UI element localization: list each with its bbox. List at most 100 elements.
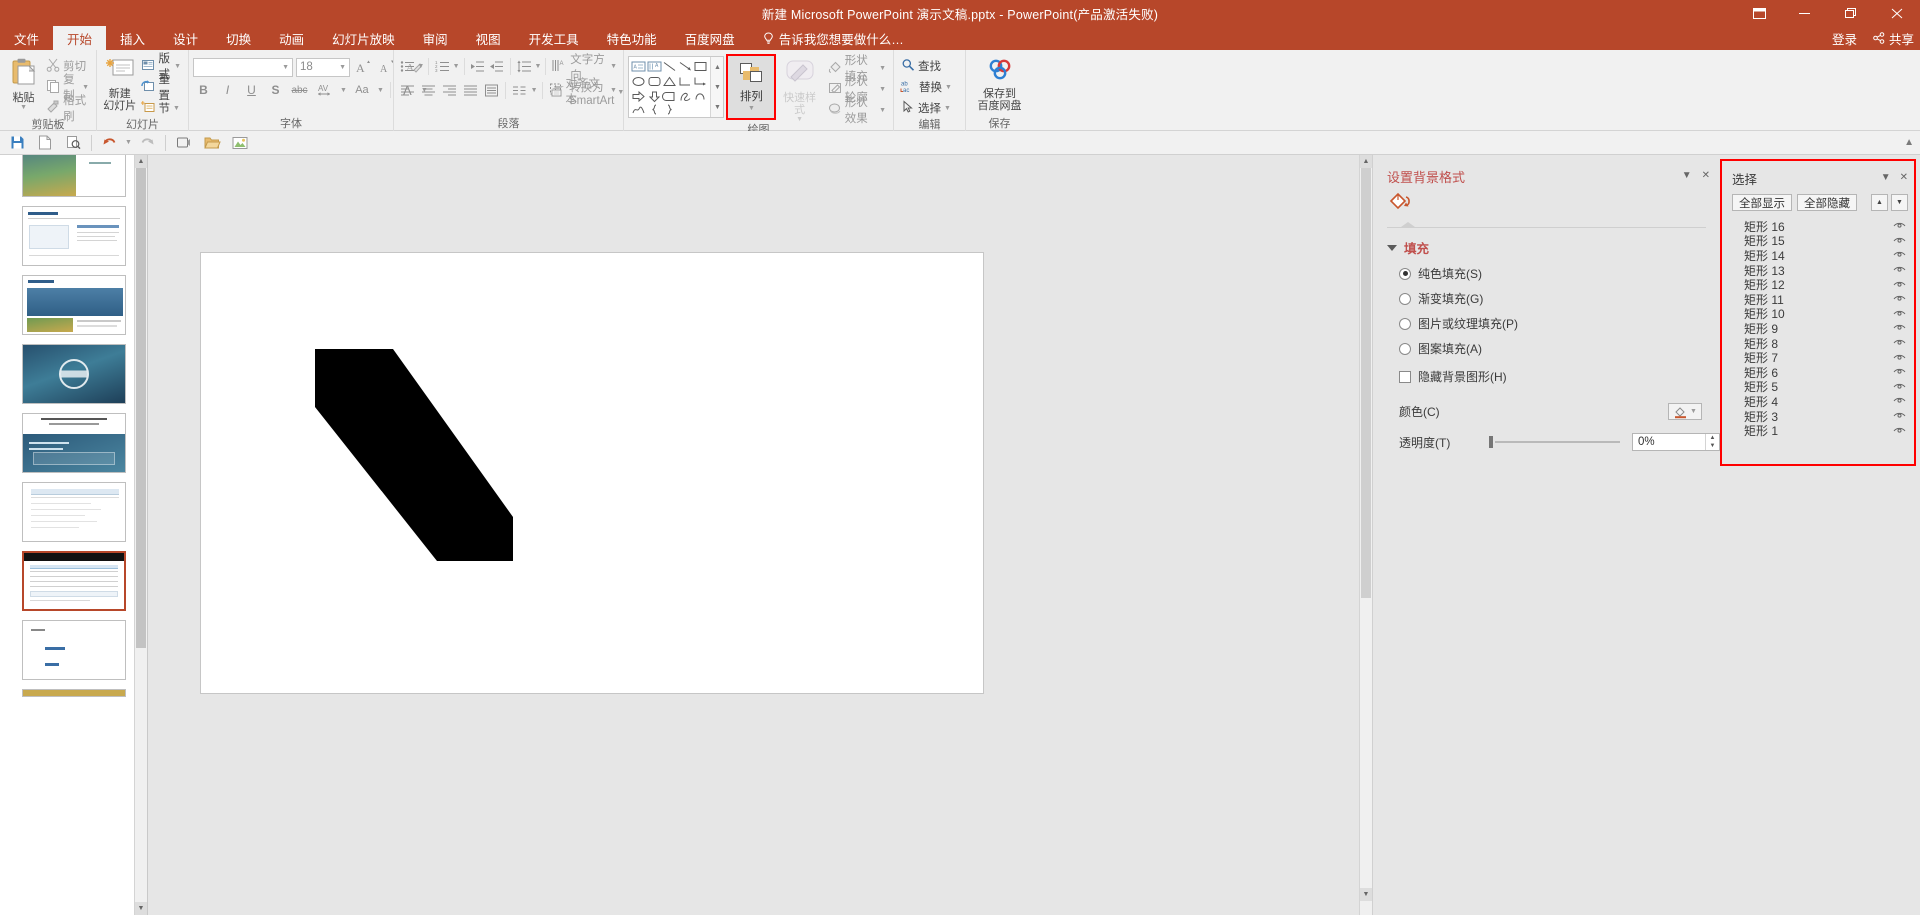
arrange-button[interactable]: 排列 ▼	[728, 56, 775, 118]
new-slide-button[interactable]: 新建 幻灯片	[101, 54, 138, 112]
copy-dropdown-caret[interactable]: ▼	[82, 84, 89, 91]
slide-scroll-thumb[interactable]	[1361, 168, 1371, 598]
list-item[interactable]: 矩形 6	[1722, 365, 1914, 380]
visibility-eye-icon[interactable]	[1893, 321, 1906, 335]
replace-caret[interactable]: ▼	[945, 84, 952, 91]
selection-pane-close-icon[interactable]: ✕	[1900, 172, 1908, 183]
list-item[interactable]: 矩形 12	[1722, 277, 1914, 292]
tab-home[interactable]: 开始	[53, 26, 107, 50]
selection-pane-menu-icon[interactable]: ▼	[1881, 172, 1891, 183]
visibility-eye-icon[interactable]	[1893, 351, 1906, 365]
list-item[interactable]: 矩形 7	[1722, 350, 1914, 365]
transparency-spin-up-icon[interactable]: ▲	[1706, 434, 1719, 442]
paste-dropdown-caret[interactable]: ▼	[20, 104, 27, 111]
text-direction-caret[interactable]: ▼	[610, 63, 617, 70]
undo-icon[interactable]	[97, 132, 123, 154]
shape-right-arrow-icon[interactable]	[631, 89, 646, 104]
radio-picture-texture-fill[interactable]	[1399, 317, 1411, 330]
visibility-eye-icon[interactable]	[1893, 394, 1906, 408]
replace-button[interactable]: ab ac 替换 ▼	[898, 77, 955, 97]
checkbox-hide-background-graphics[interactable]	[1399, 370, 1411, 383]
find-button[interactable]: 查找	[898, 56, 955, 76]
list-item[interactable]	[21, 275, 126, 335]
increase-font-size-button[interactable]: A	[353, 57, 374, 77]
undo-caret[interactable]: ▼	[125, 139, 132, 146]
visibility-eye-icon[interactable]	[1893, 292, 1906, 306]
strikethrough-button[interactable]: abc	[289, 80, 310, 100]
shape-left-brace-icon[interactable]	[646, 104, 661, 115]
list-item[interactable]: 矩形 16	[1722, 219, 1914, 234]
reset-button[interactable]: 重置	[138, 74, 184, 102]
tell-me-box[interactable]: 告诉我您想要做什么…	[749, 26, 904, 50]
bullets-caret[interactable]: ▼	[417, 63, 424, 70]
thumbs-scroll-up-icon[interactable]: ▲	[135, 155, 147, 168]
visibility-eye-icon[interactable]	[1893, 424, 1906, 438]
tab-insert[interactable]: 插入	[106, 26, 159, 50]
thumbs-scroll-down-icon[interactable]: ▼	[135, 902, 147, 915]
hide-all-button[interactable]: 全部隐藏	[1797, 194, 1857, 211]
visibility-eye-icon[interactable]	[1893, 263, 1906, 277]
visibility-eye-icon[interactable]	[1893, 336, 1906, 350]
bold-button[interactable]: B	[193, 80, 214, 100]
columns-button[interactable]	[481, 81, 501, 101]
option-picture-texture-fill[interactable]: 图片或纹理填充(P)	[1399, 315, 1720, 332]
bullets-button[interactable]	[398, 57, 416, 77]
shape-vertical-textbox-icon[interactable]: A	[646, 59, 662, 74]
thumbnails-scrollbar[interactable]: ▲ ▼	[134, 155, 147, 915]
shapes-scroll-up-icon[interactable]: ▲	[711, 57, 723, 77]
collapse-triangle-icon[interactable]	[1387, 244, 1397, 251]
underline-button[interactable]: U	[241, 80, 262, 100]
slide-scroll-up-icon[interactable]: ▲	[1360, 155, 1372, 168]
transparency-spinner[interactable]: 0% ▲ ▼	[1632, 433, 1720, 451]
list-item[interactable]: 矩形 8	[1722, 336, 1914, 351]
shape-right-brace-icon[interactable]	[662, 104, 677, 115]
list-item[interactable]: 矩形 13	[1722, 263, 1914, 278]
shape-arc-icon[interactable]	[631, 104, 646, 115]
increase-indent-button[interactable]	[488, 57, 506, 77]
format-pane-close-icon[interactable]: ✕	[1702, 170, 1710, 181]
list-item[interactable]: 矩形 5	[1722, 380, 1914, 394]
list-item[interactable]: 矩形 10	[1722, 307, 1914, 321]
shapes-more-icon[interactable]: ▼	[711, 97, 723, 117]
shape-elbow-connector-icon[interactable]	[677, 74, 692, 89]
shape-line-icon[interactable]	[662, 59, 677, 74]
tab-animations[interactable]: 动画	[265, 26, 318, 50]
slide-scroll-down-icon[interactable]: ▼	[1360, 888, 1372, 901]
option-gradient-fill[interactable]: 渐变填充(G)	[1399, 290, 1720, 307]
radio-gradient-fill[interactable]	[1399, 292, 1411, 305]
list-item[interactable]: 矩形 9	[1722, 321, 1914, 336]
close-icon[interactable]	[1874, 0, 1920, 26]
shape-scribble-icon[interactable]	[677, 89, 692, 104]
shapes-scroll-down-icon[interactable]: ▼	[711, 77, 723, 97]
align-right-button[interactable]	[440, 81, 460, 101]
italic-button[interactable]: I	[217, 80, 238, 100]
text-columns-button[interactable]	[510, 81, 530, 101]
bring-forward-icon[interactable]: ▲	[1871, 194, 1888, 211]
fill-section-header[interactable]: 填充	[1387, 238, 1720, 257]
transparency-slider-handle[interactable]	[1489, 436, 1493, 448]
save-icon[interactable]	[4, 132, 30, 154]
share-button[interactable]: 共享	[1873, 29, 1914, 48]
section-button[interactable]: 节 ▼	[138, 98, 184, 118]
list-item[interactable]: 矩形 3	[1722, 409, 1914, 424]
convert-smartart-button[interactable]: 转换为 SmartArt ▼	[549, 82, 626, 107]
font-size-combo[interactable]: 18 ▼	[296, 57, 350, 77]
shape-rectangle-icon[interactable]	[693, 59, 708, 74]
fill-bucket-icon[interactable]	[1387, 190, 1720, 217]
decrease-indent-button[interactable]	[468, 57, 486, 77]
tab-file[interactable]: 文件	[0, 26, 53, 50]
color-picker-button[interactable]: ▼	[1668, 403, 1702, 420]
format-painter-button[interactable]: 格式刷	[43, 95, 92, 123]
record-icon[interactable]	[171, 132, 197, 154]
text-columns-caret[interactable]: ▼	[531, 87, 538, 94]
save-to-baidu-button[interactable]: 保存到 百度网盘	[970, 54, 1029, 112]
section-dropdown-caret[interactable]: ▼	[173, 105, 180, 112]
slide-canvas[interactable]	[200, 252, 984, 694]
tab-baidu-netdisk[interactable]: 百度网盘	[671, 26, 749, 50]
shape-down-arrow-icon[interactable]	[646, 89, 661, 104]
layout-dropdown-caret[interactable]: ▼	[174, 63, 181, 70]
visibility-eye-icon[interactable]	[1893, 234, 1906, 248]
restore-icon[interactable]	[1828, 0, 1874, 26]
transparency-spin-down-icon[interactable]: ▼	[1706, 442, 1719, 450]
slide-thumbnails-pane[interactable]: ▲ ▼	[0, 155, 148, 915]
